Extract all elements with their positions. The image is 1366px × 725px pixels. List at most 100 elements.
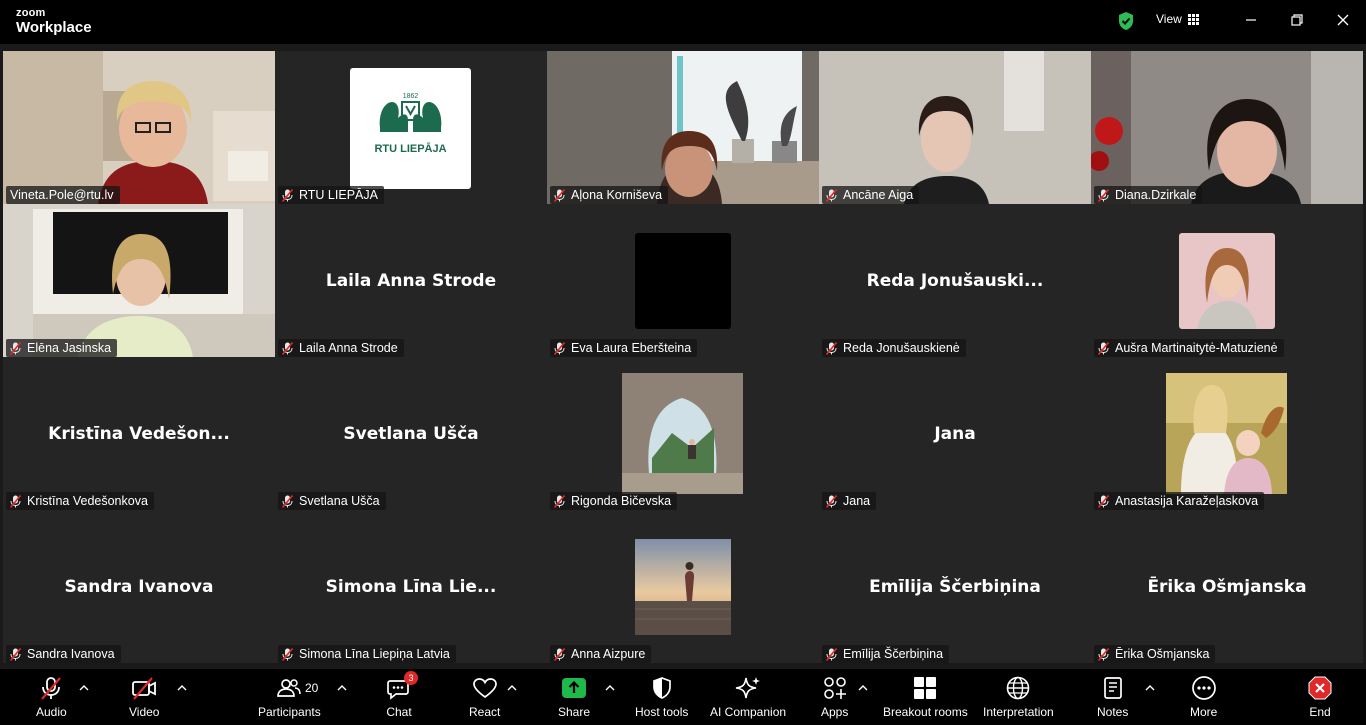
share-button[interactable]: Share: [558, 675, 590, 719]
audio-label: Audio: [36, 705, 67, 719]
title-bar: zoom Workplace View: [0, 0, 1366, 44]
participant-name: RTU LIEPĀJA: [299, 188, 378, 202]
more-button[interactable]: More: [1190, 675, 1217, 719]
muted-mic-icon: [1098, 341, 1109, 355]
participant-tile[interactable]: Laila Anna Strode Laila Anna Strode: [275, 204, 547, 357]
profile-picture: [635, 539, 731, 635]
participant-display-name: Sandra Ivanova: [64, 576, 214, 597]
notes-label: Notes: [1097, 705, 1129, 719]
notes-icon: [1103, 677, 1122, 699]
participant-tile[interactable]: Diana.Dzirkale: [1091, 51, 1363, 204]
end-button[interactable]: End: [1307, 675, 1333, 719]
participant-display-name: Reda Jonušauski...: [866, 270, 1044, 291]
crest-icon: 1862 RTU LIEPĀJA: [374, 93, 446, 155]
participant-name: Eva Laura Eberšteina: [571, 341, 692, 355]
participant-tile[interactable]: Aļona Korniševa: [547, 51, 819, 204]
participant-name-label: Elēna Jasinska: [6, 339, 118, 357]
participant-name: Anna Aizpure: [571, 647, 646, 661]
participant-tile[interactable]: Reda Jonušauski... Reda Jonušauskienė: [819, 204, 1091, 357]
participant-name-label: Anna Aizpure: [550, 645, 652, 663]
participant-name-label: Svetlana Ušča: [278, 492, 386, 510]
muted-mic-icon: [554, 647, 565, 661]
participant-tile[interactable]: Ērika Ošmjanska Ērika Ošmjanska: [1091, 510, 1363, 663]
minimize-icon[interactable]: [1243, 12, 1259, 28]
participant-name-label: Aušra Martinaitytė-Matuzienė: [1094, 339, 1284, 357]
end-label: End: [1309, 705, 1331, 719]
chevron-up-icon[interactable]: [79, 685, 89, 691]
encryption-shield-icon[interactable]: [1117, 11, 1135, 31]
participant-name: Anastasija Karažeļaskova: [1115, 494, 1259, 508]
participant-name: Elēna Jasinska: [27, 341, 112, 355]
participant-name: Ērika Ošmjanska: [1115, 647, 1210, 661]
organization-logo: 1862 RTU LIEPĀJA: [350, 68, 471, 189]
participant-name-label: Simona Līna Liepiņa Latvia: [278, 645, 456, 663]
participant-name: Emīlija Ščerbiņina: [843, 647, 944, 661]
ai-companion-label: AI Companion: [710, 705, 787, 719]
participant-tile[interactable]: Ancāne Aiga: [819, 51, 1091, 204]
participant-grid: Vineta.Pole@rtu.lv 1862 RTU LIEPĀJA RTU …: [3, 51, 1363, 664]
meeting-toolbar: Audio Video Participants 20 3 Chat React…: [0, 669, 1366, 725]
muted-mic-icon: [554, 188, 565, 202]
chevron-up-icon[interactable]: [858, 685, 868, 691]
participant-tile[interactable]: Eva Laura Eberšteina: [547, 204, 819, 357]
muted-mic-icon: [41, 677, 62, 700]
view-label: View: [1156, 12, 1182, 26]
apps-button[interactable]: Apps: [821, 675, 848, 719]
chevron-up-icon[interactable]: [177, 685, 187, 691]
participant-tile[interactable]: Vineta.Pole@rtu.lv: [3, 51, 275, 204]
chevron-up-icon[interactable]: [337, 685, 347, 691]
muted-mic-icon: [826, 494, 837, 508]
participants-label: Participants: [258, 705, 321, 719]
muted-mic-icon: [826, 341, 837, 355]
participant-tile[interactable]: Elēna Jasinska: [3, 204, 275, 357]
participant-tile[interactable]: Aušra Martinaitytė-Matuzienė: [1091, 204, 1363, 357]
audio-button[interactable]: Audio: [36, 675, 67, 719]
muted-mic-icon: [554, 341, 565, 355]
participant-tile[interactable]: 1862 RTU LIEPĀJA RTU LIEPĀJA: [275, 51, 547, 204]
participant-tile[interactable]: Jana Jana: [819, 357, 1091, 510]
notes-button[interactable]: Notes: [1097, 675, 1128, 719]
ai-companion-button[interactable]: AI Companion: [710, 675, 786, 719]
interpretation-label: Interpretation: [983, 705, 1054, 719]
participant-display-name: Svetlana Ušča: [343, 423, 479, 444]
more-label: More: [1190, 705, 1218, 719]
participant-name-label: Diana.Dzirkale: [1094, 186, 1203, 204]
muted-mic-icon: [1098, 494, 1109, 508]
brand-bottom: Workplace: [16, 19, 92, 36]
participant-name-label: Sandra Ivanova: [6, 645, 121, 663]
profile-picture: [1179, 233, 1275, 329]
participant-display-name: Simona Līna Lie...: [325, 576, 497, 597]
muted-mic-icon: [826, 188, 837, 202]
host-tools-button[interactable]: Host tools: [635, 675, 688, 719]
participant-tile[interactable]: Anna Aizpure: [547, 510, 819, 663]
participant-name-label: Rigonda Bičevska: [550, 492, 678, 510]
participant-name-label: Emīlija Ščerbiņina: [822, 645, 950, 663]
restore-icon[interactable]: [1289, 12, 1305, 28]
participant-tile[interactable]: Simona Līna Lie... Simona Līna Liepiņa L…: [275, 510, 547, 663]
react-button[interactable]: React: [469, 675, 500, 719]
chevron-up-icon[interactable]: [1145, 685, 1155, 691]
participant-name: Svetlana Ušča: [299, 494, 380, 508]
muted-mic-icon: [282, 188, 293, 202]
chevron-up-icon[interactable]: [507, 685, 517, 691]
chat-button[interactable]: 3 Chat: [386, 671, 418, 719]
breakout-rooms-button[interactable]: Breakout rooms: [883, 675, 968, 719]
muted-mic-icon: [10, 341, 21, 355]
participant-tile[interactable]: Rigonda Bičevska: [547, 357, 819, 510]
video-button[interactable]: Video: [129, 675, 159, 719]
video-feed: [3, 51, 275, 204]
interpretation-button[interactable]: Interpretation: [983, 675, 1054, 719]
participant-tile[interactable]: Svetlana Ušča Svetlana Ušča: [275, 357, 547, 510]
brand-top: zoom: [16, 7, 46, 19]
globe-icon: [1007, 676, 1030, 700]
close-icon[interactable]: [1335, 12, 1351, 28]
chevron-up-icon[interactable]: [605, 685, 615, 691]
participant-name: Jana: [843, 494, 871, 508]
svg-text:1862: 1862: [403, 93, 419, 100]
view-button[interactable]: View: [1156, 12, 1199, 26]
participant-tile[interactable]: Anastasija Karažeļaskova: [1091, 357, 1363, 510]
participant-tile[interactable]: Sandra Ivanova Sandra Ivanova: [3, 510, 275, 663]
participant-tile[interactable]: Kristīna Vedešon... Kristīna Vedešonkova: [3, 357, 275, 510]
participant-tile[interactable]: Emīlija Ščerbiņina Emīlija Ščerbiņina: [819, 510, 1091, 663]
sparkle-icon: [735, 677, 761, 699]
